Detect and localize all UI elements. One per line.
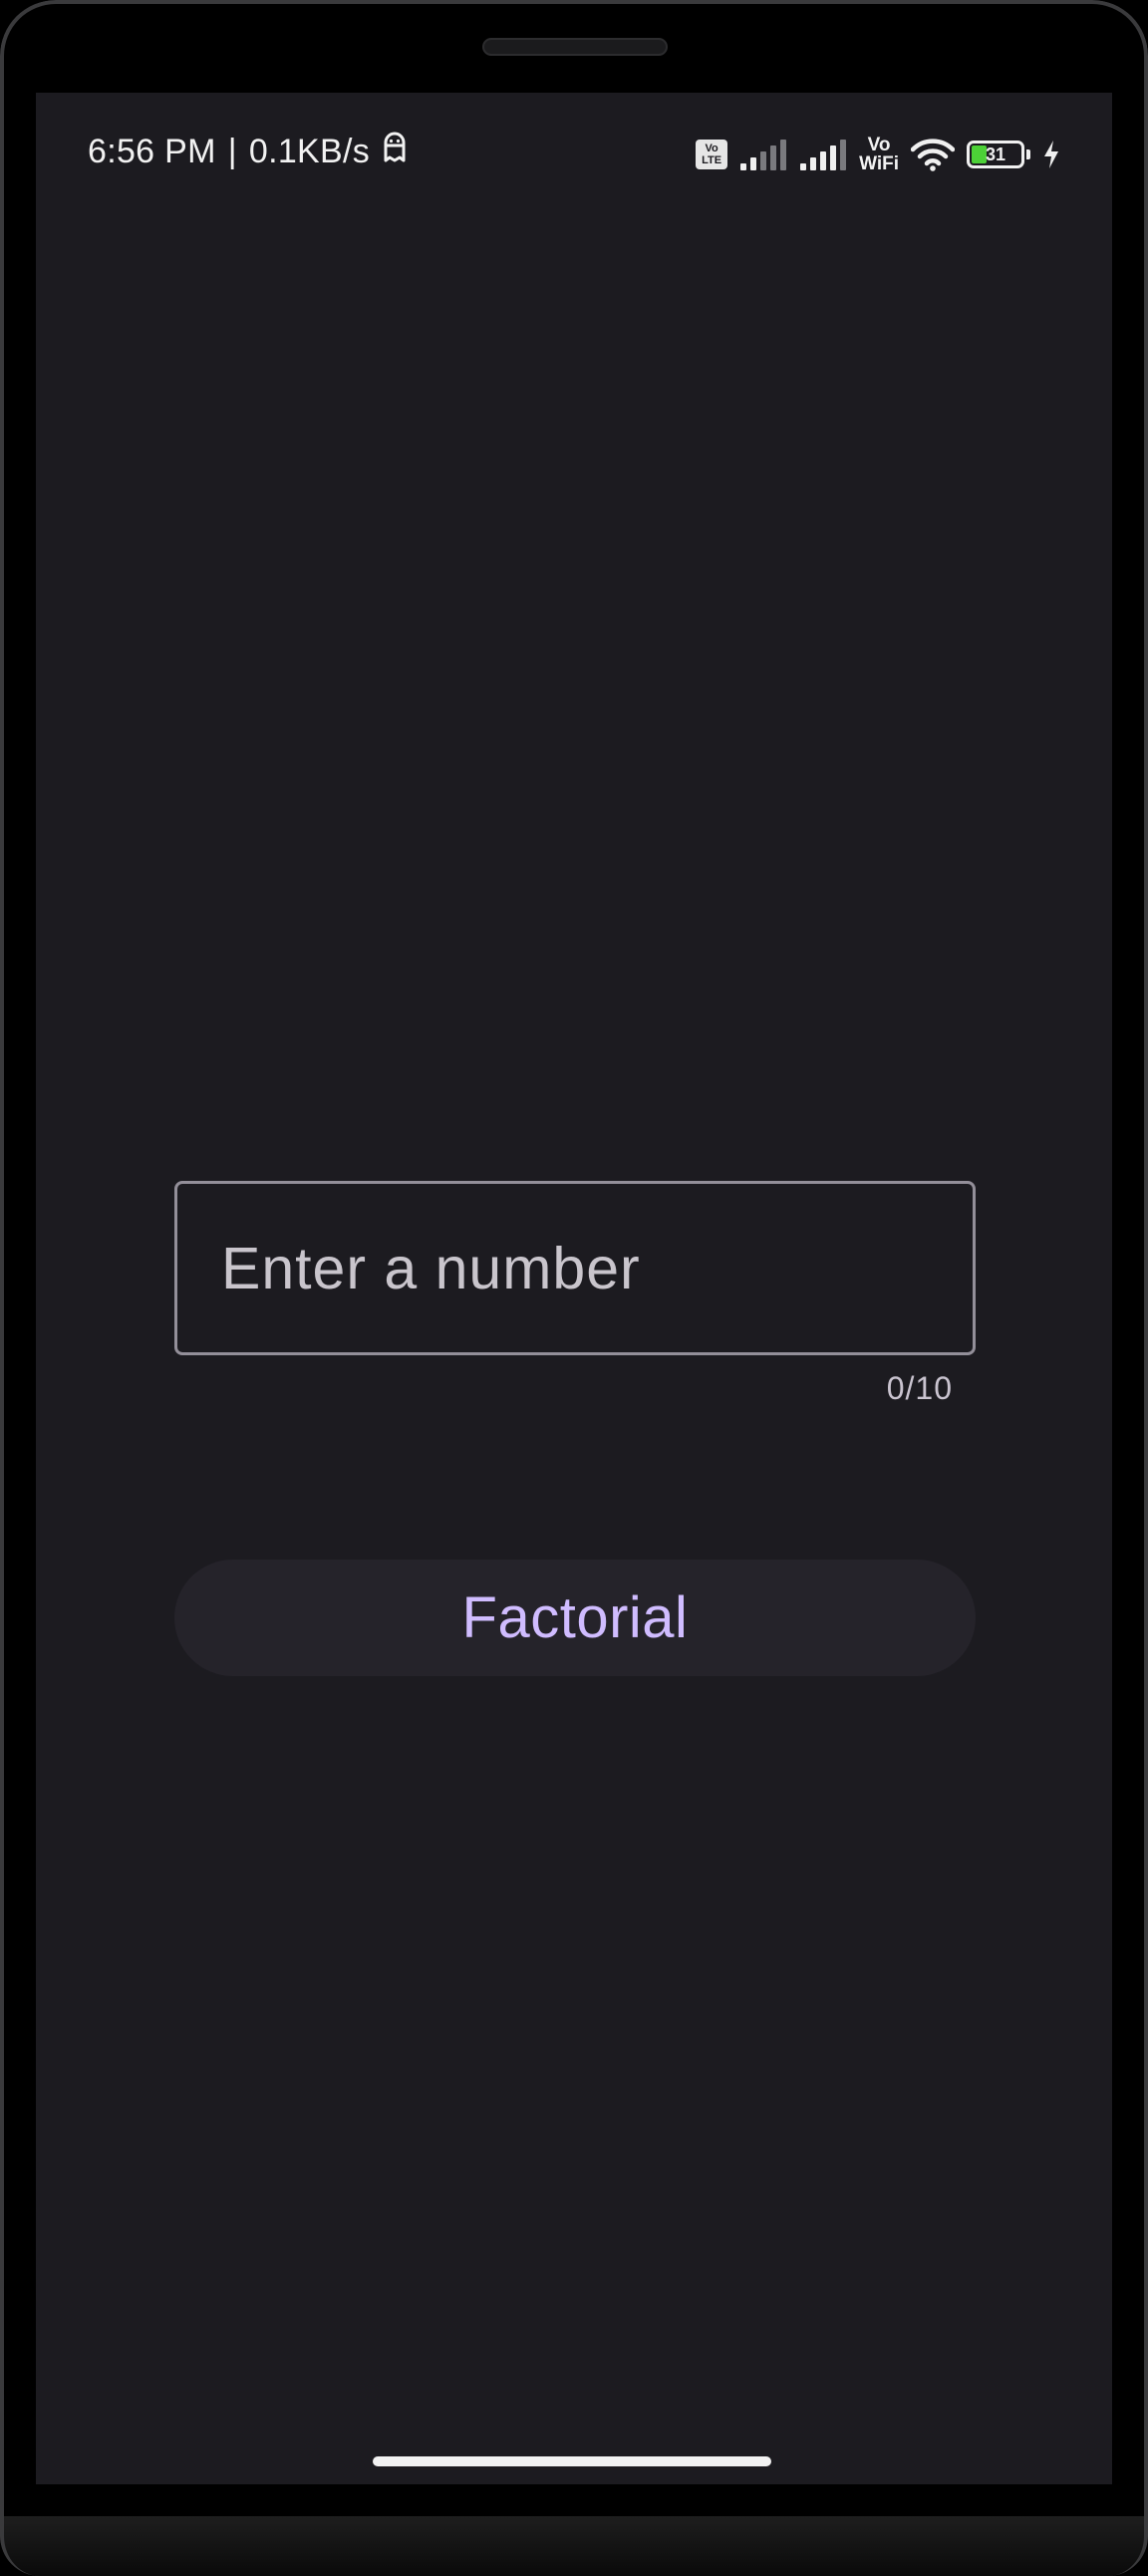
vowifi-icon: Vo WiFi [859, 136, 899, 173]
signal-icon [799, 138, 847, 171]
character-counter: 0/10 [886, 1370, 953, 1406]
vowifi-line-1: Vo [867, 135, 891, 155]
number-input[interactable] [177, 1184, 973, 1352]
home-indicator[interactable] [373, 2456, 771, 2466]
status-separator: | [227, 133, 237, 170]
network-speed: 0.1KB/s [248, 133, 371, 170]
bottom-bezel [0, 2516, 1148, 2576]
battery-terminal [1026, 149, 1030, 159]
volte-line-2: LTE [702, 154, 722, 166]
volte-line-1: Vo [705, 143, 718, 154]
wifi-icon [911, 138, 955, 171]
battery-level: 31 [985, 144, 1006, 164]
status-time: 6:56 PM [88, 133, 216, 170]
signal-icon [739, 138, 787, 171]
status-left: 6:56 PM | 0.1KB/s [88, 131, 408, 173]
earpiece-speaker [482, 38, 668, 56]
ghost-icon [382, 131, 408, 173]
factorial-button[interactable]: Factorial [174, 1560, 976, 1676]
charging-icon [1042, 140, 1060, 169]
number-text-field[interactable] [174, 1181, 976, 1355]
status-bar: 6:56 PM | 0.1KB/s Vo LTE Vo WiFi 31 [36, 93, 1112, 212]
status-right: Vo LTE Vo WiFi 31 [696, 133, 1060, 176]
app-screen: 6:56 PM | 0.1KB/s Vo LTE Vo WiFi 31 Ente… [36, 93, 1112, 2484]
phone-frame: 6:56 PM | 0.1KB/s Vo LTE Vo WiFi 31 Ente… [0, 0, 1148, 2576]
battery-icon: 31 [967, 141, 1024, 168]
volte-icon: Vo LTE [696, 140, 728, 169]
vowifi-line-2: WiFi [859, 153, 899, 174]
